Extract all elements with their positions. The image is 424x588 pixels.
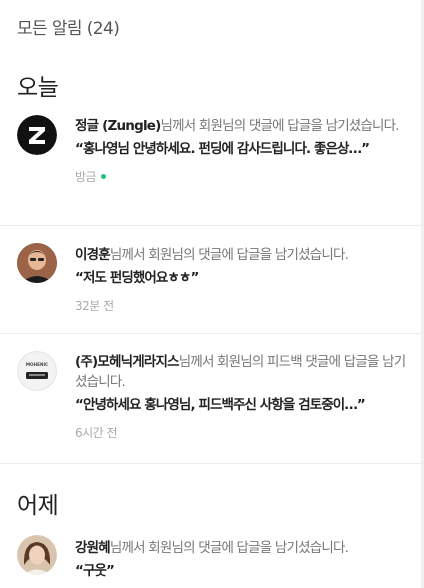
reply-quote: “저도 펀딩했어요ㅎㅎ” <box>75 270 199 286</box>
divider <box>0 333 424 334</box>
zungle-avatar[interactable] <box>17 115 57 155</box>
divider <box>0 463 424 464</box>
mohenic-avatar[interactable]: MOHENIC <box>17 351 57 391</box>
section-today: 오늘 <box>17 75 59 101</box>
mohenic-logo-icon: MOHENIC <box>17 351 57 391</box>
notification-text: 강원혜님께서 회원님의 댓글에 답글을 남기셨습니다. “구웃” <box>75 538 407 581</box>
user-avatar[interactable] <box>17 243 57 283</box>
notification-text: 이경훈님께서 회원님의 댓글에 답글을 남기셨습니다. “저도 펀딩했어요ㅎㅎ”… <box>75 245 407 316</box>
notification-text: 정글 (Zungle)님께서 회원님의 댓글에 답글을 남기셨습니다. “홍나영… <box>75 116 407 187</box>
reply-quote: “홍나영님 안녕하세요. 펀딩에 감사드립니다. 좋은상…” <box>75 141 370 157</box>
profile-photo-icon <box>17 243 57 283</box>
notification-time: 6시간 전 <box>75 426 118 440</box>
reply-quote: “안녕하세요 홍나영님, 피드백주신 사항을 검토중이…” <box>75 397 366 413</box>
divider <box>0 225 424 226</box>
notification-time: 32분 전 <box>75 299 114 313</box>
notification-message: 님께서 회원님의 댓글에 답글을 남기셨습니다. <box>160 118 400 134</box>
notification-time: 방금 <box>75 167 407 187</box>
sender-name[interactable]: (주)모헤닉게라지스 <box>75 354 180 370</box>
notification-text: (주)모헤닉게라지스님께서 회원님의 피드백 댓글에 답글을 남기셨습니다. “… <box>75 352 407 443</box>
notification-message: 님께서 회원님의 댓글에 답글을 남기셨습니다. <box>109 540 349 556</box>
sender-name[interactable]: 정글 (Zungle) <box>75 118 161 134</box>
zungle-logo-icon <box>17 115 57 155</box>
mohenic-logo-text: MOHENIC <box>26 362 48 367</box>
profile-photo-icon <box>17 535 57 575</box>
time-label: 방금 <box>75 170 97 184</box>
page-title: 모든 알림 (24) <box>17 19 120 39</box>
notification-message: 님께서 회원님의 댓글에 답글을 남기셨습니다. <box>109 247 349 263</box>
unread-dot-icon <box>101 174 107 179</box>
sender-name[interactable]: 이경훈 <box>75 247 111 263</box>
section-yesterday: 어제 <box>17 493 59 519</box>
user-avatar[interactable] <box>17 535 57 575</box>
sender-name[interactable]: 강원혜 <box>75 540 111 556</box>
reply-quote: “구웃” <box>75 563 115 579</box>
